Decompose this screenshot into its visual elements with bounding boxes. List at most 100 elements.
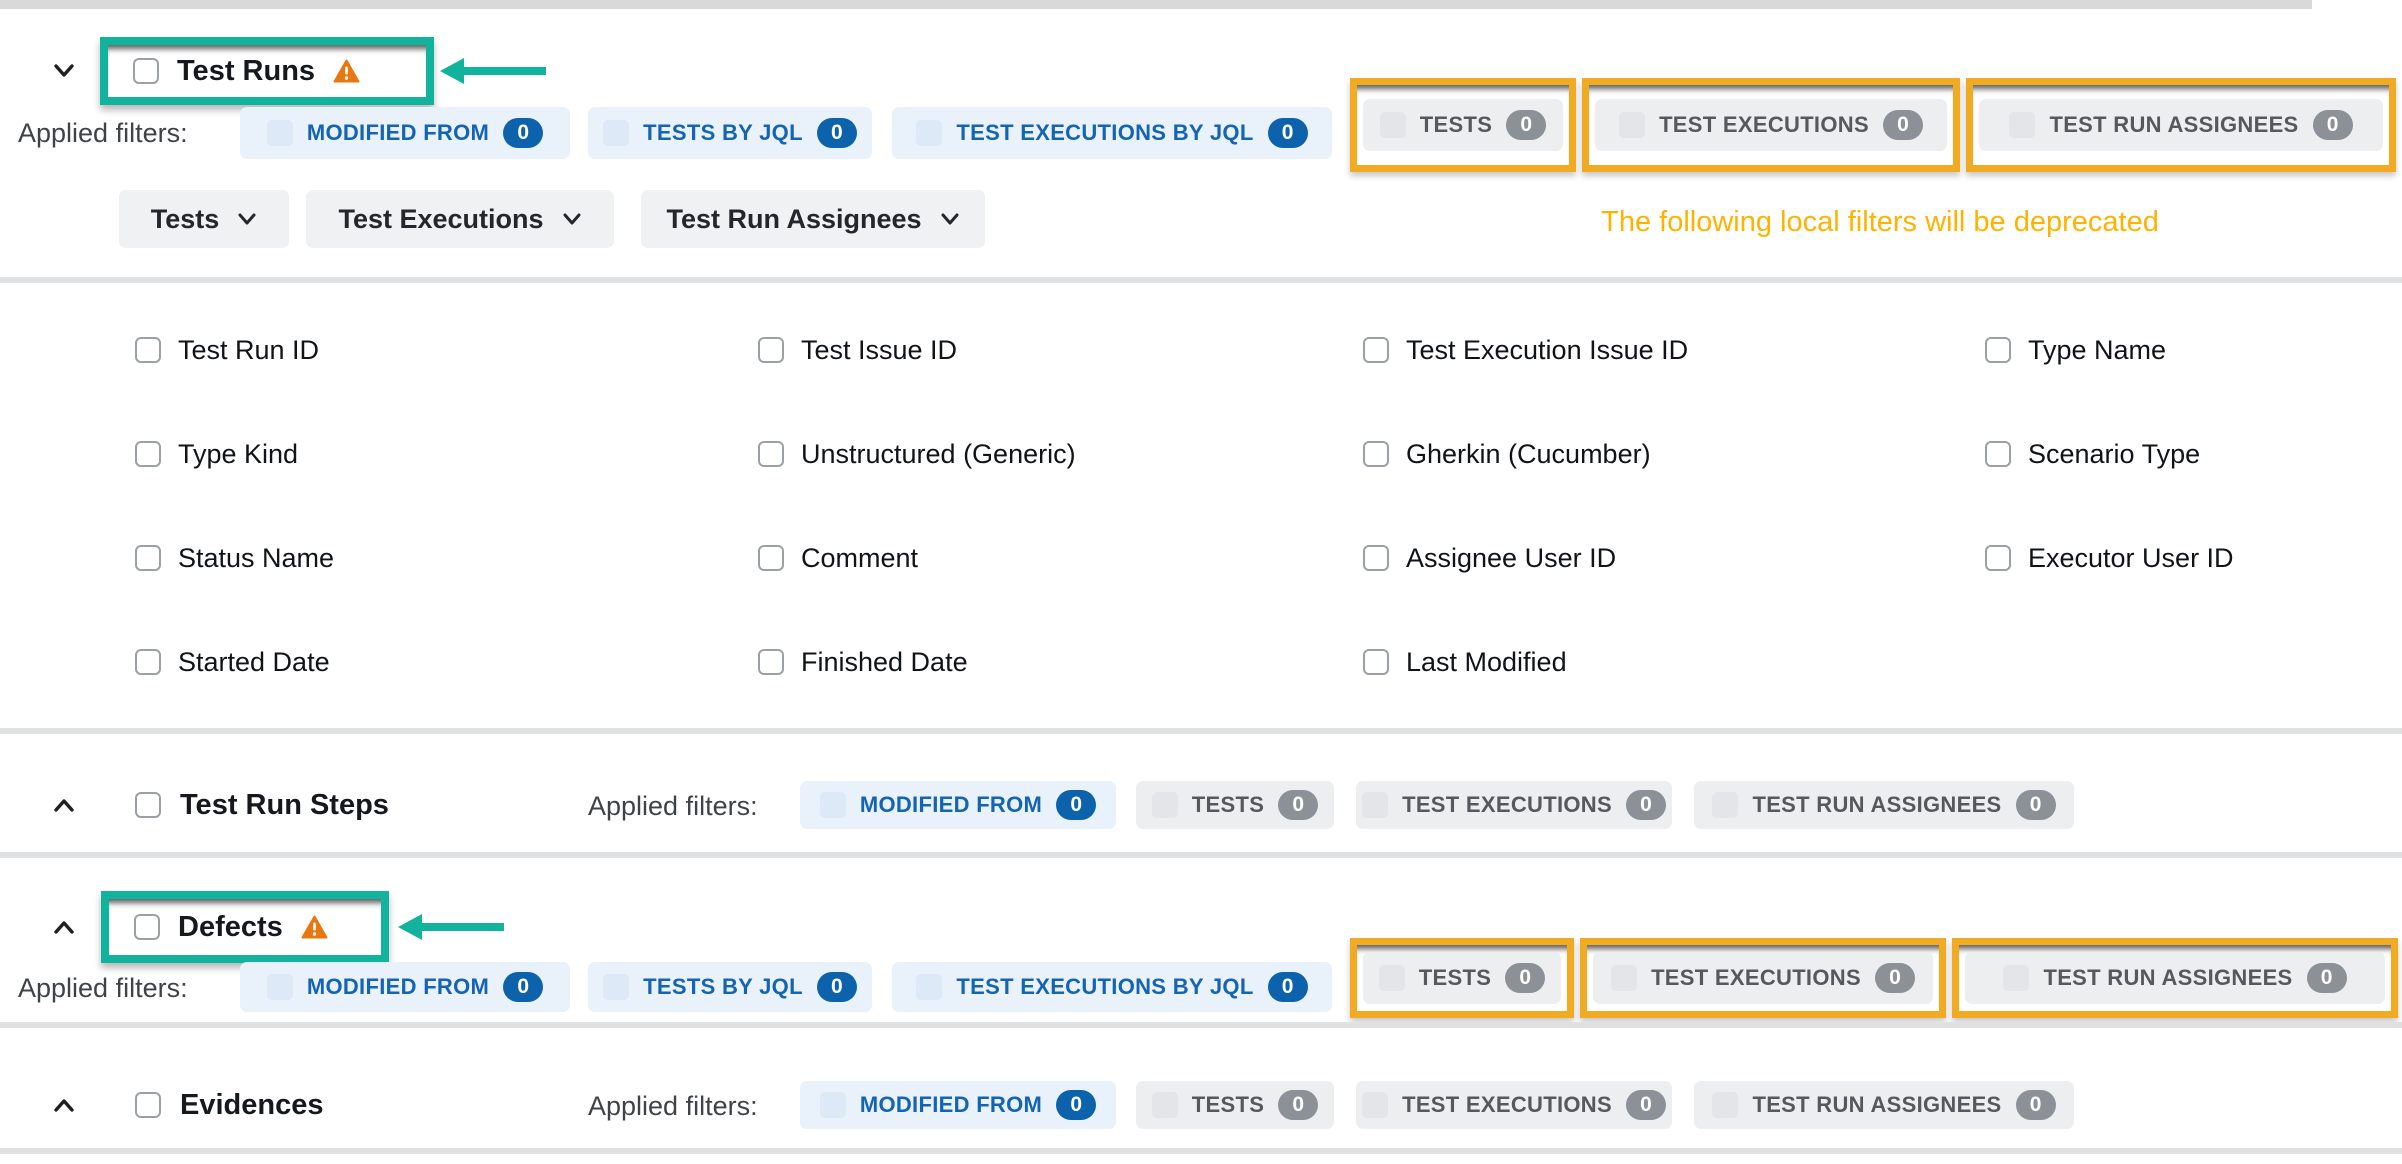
filter-chip-checkbox[interactable] (916, 120, 942, 146)
horizontal-scrollbar[interactable] (0, 0, 2312, 9)
test-run-steps-checkbox[interactable] (135, 792, 161, 818)
field-started-date[interactable]: Started Date (135, 642, 330, 682)
filter-chip-modified-from[interactable]: MODIFIED FROM 0 (240, 962, 570, 1012)
count-badge: 0 (2313, 110, 2353, 140)
filter-chip-checkbox[interactable] (1152, 792, 1178, 818)
filter-chip-modified-from[interactable]: MODIFIED FROM 0 (800, 781, 1116, 829)
field-type-kind[interactable]: Type Kind (135, 434, 298, 474)
filter-chip-tests[interactable]: TESTS 0 (1136, 1081, 1334, 1129)
dropdown-test-executions[interactable]: Test Executions (306, 190, 614, 248)
filter-chip-test-executions-by-jql[interactable]: TEST EXECUTIONS BY JQL 0 (892, 962, 1332, 1012)
filter-chip-test-executions-by-jql[interactable]: TEST EXECUTIONS BY JQL 0 (892, 107, 1332, 159)
filter-chip-tests-by-jql[interactable]: TESTS BY JQL 0 (588, 962, 872, 1012)
filter-chip-test-executions[interactable]: TEST EXECUTIONS 0 (1595, 99, 1947, 151)
checkbox[interactable] (1363, 649, 1389, 675)
checkbox[interactable] (135, 545, 161, 571)
filter-chip-checkbox[interactable] (603, 974, 629, 1000)
filter-chip-checkbox[interactable] (267, 120, 293, 146)
checkbox[interactable] (758, 545, 784, 571)
filter-chip-checkbox[interactable] (2003, 965, 2029, 991)
filter-chip-checkbox[interactable] (820, 1092, 846, 1118)
collapse-toggle-defects[interactable] (46, 909, 82, 945)
checkbox[interactable] (758, 649, 784, 675)
field-finished-date[interactable]: Finished Date (758, 642, 968, 682)
chevron-down-icon (49, 57, 79, 84)
filter-chip-test-run-assignees[interactable]: TEST RUN ASSIGNEES 0 (1694, 1081, 2074, 1129)
filter-chip-checkbox[interactable] (820, 792, 846, 818)
field-type-name[interactable]: Type Name (1985, 330, 2166, 370)
filter-chip-checkbox[interactable] (1712, 792, 1738, 818)
chevron-down-icon (562, 212, 582, 226)
arrow-shaft (422, 923, 504, 931)
filter-chip-checkbox[interactable] (1152, 1092, 1178, 1118)
field-gherkin-cucumber[interactable]: Gherkin (Cucumber) (1363, 434, 1651, 474)
checkbox[interactable] (758, 337, 784, 363)
filter-chip-test-run-assignees[interactable]: TEST RUN ASSIGNEES 0 (1965, 952, 2385, 1004)
filter-chip-checkbox[interactable] (267, 974, 293, 1000)
field-test-run-id[interactable]: Test Run ID (135, 330, 319, 370)
field-executor-user-id[interactable]: Executor User ID (1985, 538, 2234, 578)
filter-chip-checkbox[interactable] (1362, 792, 1388, 818)
checkbox[interactable] (1985, 441, 2011, 467)
filter-chip-modified-from[interactable]: MODIFIED FROM 0 (240, 107, 570, 159)
field-test-issue-id[interactable]: Test Issue ID (758, 330, 957, 370)
filter-chip-test-executions[interactable]: TEST EXECUTIONS 0 (1593, 952, 1933, 1004)
filter-chip-test-run-assignees[interactable]: TEST RUN ASSIGNEES 0 (1694, 781, 2074, 829)
field-unstructured-generic[interactable]: Unstructured (Generic) (758, 434, 1076, 474)
field-last-modified[interactable]: Last Modified (1363, 642, 1567, 682)
filter-chip-test-executions[interactable]: TEST EXECUTIONS 0 (1356, 781, 1672, 829)
filter-chip-modified-from[interactable]: MODIFIED FROM 0 (800, 1081, 1116, 1129)
filter-chip-tests[interactable]: TESTS 0 (1363, 99, 1563, 151)
filter-chip-checkbox[interactable] (916, 974, 942, 1000)
checkbox[interactable] (1985, 337, 2011, 363)
filter-chip-test-run-assignees[interactable]: TEST RUN ASSIGNEES 0 (1979, 99, 2383, 151)
checkbox[interactable] (758, 441, 784, 467)
filter-chip-checkbox[interactable] (1619, 112, 1645, 138)
field-test-execution-issue-id[interactable]: Test Execution Issue ID (1363, 330, 1688, 370)
applied-filters-label: Applied filters: (588, 1091, 758, 1122)
checkbox[interactable] (1363, 337, 1389, 363)
filter-chip-tests-by-jql[interactable]: TESTS BY JQL 0 (588, 107, 872, 159)
collapse-toggle-evidences[interactable] (46, 1087, 82, 1123)
filter-chip-checkbox[interactable] (1380, 112, 1406, 138)
filter-chip-checkbox[interactable] (1362, 1092, 1388, 1118)
filter-chip-checkbox[interactable] (1611, 965, 1637, 991)
checkbox[interactable] (135, 441, 161, 467)
collapse-toggle-test-run-steps[interactable] (46, 787, 82, 823)
filter-chip-test-executions[interactable]: TEST EXECUTIONS 0 (1356, 1081, 1672, 1129)
checkbox[interactable] (135, 337, 161, 363)
test-runs-checkbox[interactable] (133, 58, 159, 84)
dropdown-test-run-assignees[interactable]: Test Run Assignees (641, 190, 985, 248)
filter-chip-checkbox[interactable] (603, 120, 629, 146)
chevron-up-icon (49, 792, 79, 819)
field-comment[interactable]: Comment (758, 538, 918, 578)
warning-icon (301, 915, 328, 939)
chevron-down-icon (940, 212, 960, 226)
filter-chip-checkbox[interactable] (1712, 1092, 1738, 1118)
checkbox[interactable] (1363, 441, 1389, 467)
arrow-head (398, 914, 422, 940)
arrow-head (440, 58, 464, 84)
count-badge: 0 (2016, 1090, 2056, 1120)
filter-chip-checkbox[interactable] (1379, 965, 1405, 991)
field-assignee-user-id[interactable]: Assignee User ID (1363, 538, 1616, 578)
collapse-toggle-test-runs[interactable] (46, 52, 82, 88)
checkbox[interactable] (1985, 545, 2011, 571)
field-scenario-type[interactable]: Scenario Type (1985, 434, 2200, 474)
checkbox[interactable] (135, 649, 161, 675)
count-badge: 0 (503, 972, 543, 1002)
defects-checkbox[interactable] (134, 914, 160, 940)
evidences-checkbox[interactable] (135, 1092, 161, 1118)
count-badge: 0 (2016, 790, 2056, 820)
filter-chip-tests[interactable]: TESTS 0 (1363, 952, 1561, 1004)
filter-chip-tests[interactable]: TESTS 0 (1136, 781, 1334, 829)
count-badge: 0 (1626, 1090, 1666, 1120)
section-title-defects: Defects (178, 911, 283, 944)
checkbox[interactable] (1363, 545, 1389, 571)
count-badge: 0 (1506, 110, 1546, 140)
field-status-name[interactable]: Status Name (135, 538, 334, 578)
applied-filters-label: Applied filters: (18, 118, 188, 149)
filter-chip-checkbox[interactable] (2009, 112, 2035, 138)
divider (0, 852, 2402, 858)
dropdown-tests[interactable]: Tests (119, 190, 289, 248)
